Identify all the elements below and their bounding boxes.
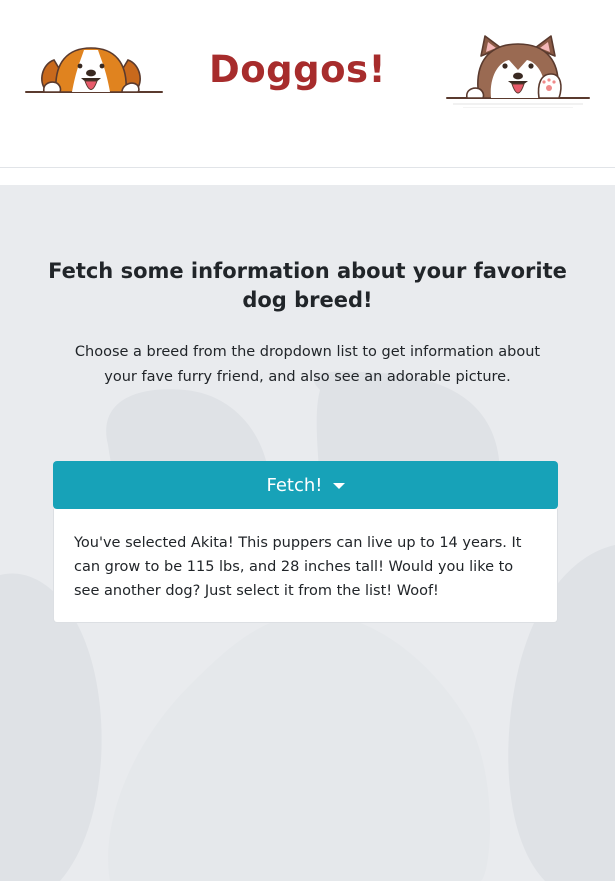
husky-peeking-icon bbox=[446, 35, 590, 108]
breed-info-text: You've selected Akita! This puppers can … bbox=[74, 535, 522, 599]
site-header: Doggos! bbox=[0, 0, 615, 168]
fetch-dropdown-button[interactable]: Fetch! bbox=[53, 461, 558, 509]
caret-down-icon bbox=[332, 483, 345, 489]
breed-info-card: You've selected Akita! This puppers can … bbox=[53, 509, 558, 623]
beagle-peeking-icon bbox=[25, 47, 163, 93]
site-title: Doggos! bbox=[209, 48, 386, 91]
fetch-button-label: Fetch! bbox=[266, 474, 323, 496]
main-section: Fetch some information about your favori… bbox=[0, 185, 615, 881]
page-subtext: Choose a breed from the dropdown list to… bbox=[74, 344, 541, 385]
page-headline: Fetch some information about your favori… bbox=[48, 259, 567, 312]
